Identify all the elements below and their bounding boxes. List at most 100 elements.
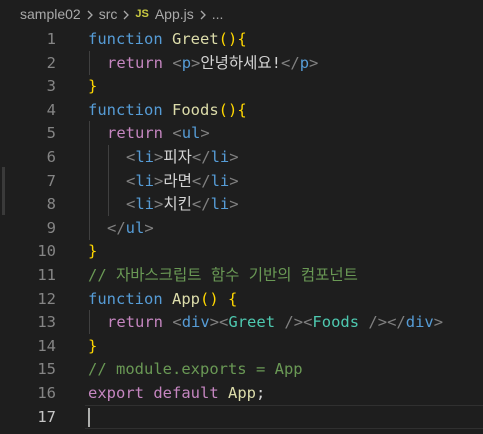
- line-number: 2: [46, 53, 56, 72]
- code-line[interactable]: 11 // 자바스크립트 함수 기반의 컴포넌트: [0, 263, 483, 287]
- code-text: }: [88, 334, 97, 358]
- code-line[interactable]: 10}: [0, 239, 483, 263]
- code-token: // module.exports = App: [88, 360, 303, 379]
- code-token: 안녕하세요!: [200, 53, 282, 72]
- code-line[interactable]: 16 export default App;: [0, 381, 483, 405]
- breadcrumb-symbol[interactable]: ...: [212, 6, 224, 22]
- code-token: App: [172, 289, 200, 308]
- code-line[interactable]: 14}: [0, 334, 483, 358]
- code-token: >: [229, 195, 239, 214]
- line-number: 12: [37, 289, 56, 308]
- code-token: (): [218, 100, 238, 119]
- code-line[interactable]: 12 function App() {: [0, 287, 483, 311]
- text-cursor: [88, 407, 90, 427]
- code-text: return <div><Greet /><Foods /></div>: [107, 310, 443, 334]
- code-token: div: [181, 313, 210, 332]
- indent-guide: [89, 192, 90, 217]
- code-text: function Foods(){: [88, 98, 247, 122]
- code-token: p: [181, 53, 192, 72]
- code-token: function: [88, 100, 163, 119]
- indent-guide: [89, 310, 90, 335]
- code-token: }: [88, 242, 98, 261]
- indent-guide: [108, 192, 109, 217]
- code-token: >: [154, 148, 164, 166]
- code-line[interactable]: 2 return <p>안녕하세요!</p>: [0, 50, 483, 75]
- code-token: </: [191, 148, 211, 166]
- code-text: <li>피자</li>: [126, 145, 239, 169]
- indent-guide: [89, 145, 90, 169]
- code-token: >: [191, 53, 201, 72]
- line-number: 11: [37, 266, 56, 284]
- code-token: (): [218, 30, 238, 48]
- code-token: >: [200, 124, 210, 143]
- code-token: return: [107, 313, 163, 332]
- breadcrumb-folder[interactable]: sample02: [20, 6, 81, 22]
- code-token: // 자바스크립트 함수 기반의 컴포넌트: [88, 266, 358, 284]
- indent-guide: [108, 145, 109, 169]
- code-token: li: [135, 195, 155, 214]
- javascript-file-icon: JS: [135, 7, 149, 20]
- code-token: function: [88, 289, 163, 308]
- code-text: function Greet(){: [88, 27, 247, 51]
- breadcrumb-file[interactable]: App.js: [155, 6, 194, 22]
- code-token: ;: [256, 384, 266, 402]
- code-line[interactable]: 5 return <ul>: [0, 121, 483, 146]
- line-number: 3: [46, 77, 56, 96]
- line-number: 15: [37, 360, 56, 379]
- indent-guide: [108, 168, 109, 193]
- code-token: >: [309, 53, 319, 72]
- line-number: 8: [46, 195, 56, 214]
- code-editor[interactable]: 1 function Greet(){2 return <p>안녕하세요!</p> 3…: [0, 27, 483, 434]
- code-line[interactable]: 13 return <div><Greet /><Foods /></div>: [0, 310, 483, 335]
- code-token: />: [368, 313, 388, 332]
- indent-guide: [89, 50, 90, 75]
- code-text: </ul>: [107, 216, 154, 240]
- line-number: 4: [46, 100, 56, 119]
- code-token: div: [405, 313, 434, 332]
- code-text: // module.exports = App: [88, 357, 303, 381]
- line-number: 16: [37, 384, 56, 402]
- line-number: 6: [46, 148, 56, 166]
- code-token: >: [433, 313, 444, 332]
- code-text: }: [88, 74, 97, 98]
- code-token: Greet: [172, 30, 219, 48]
- code-text: [88, 405, 90, 429]
- code-token: >: [209, 313, 220, 332]
- code-token: </: [387, 313, 406, 332]
- code-token: Foods: [312, 313, 360, 332]
- code-line[interactable]: 3}: [0, 74, 483, 98]
- line-number: 7: [46, 171, 56, 190]
- code-line[interactable]: 15 // module.exports = App: [0, 357, 483, 381]
- code-line[interactable]: 9 </ul>: [0, 215, 483, 240]
- code-token: {: [237, 100, 247, 119]
- indent-guide: [89, 215, 90, 240]
- code-line[interactable]: 6 <li>피자</li>: [0, 145, 483, 169]
- code-token: 피자: [163, 148, 192, 166]
- code-token: >: [229, 148, 239, 166]
- code-line[interactable]: 4 function Foods(){: [0, 98, 483, 122]
- chevron-right-icon: [194, 6, 212, 22]
- code-token: function: [88, 30, 163, 48]
- code-token: <: [303, 313, 313, 332]
- chevron-right-icon: [81, 6, 99, 22]
- line-number: 10: [37, 242, 56, 261]
- code-line[interactable]: 1 function Greet(){: [0, 27, 483, 51]
- code-line[interactable]: 8 <li>치킨</li>: [0, 192, 483, 217]
- code-token: default: [153, 384, 219, 402]
- code-text: function App() {: [88, 287, 237, 311]
- breadcrumb-subfolder[interactable]: src: [99, 6, 118, 22]
- code-token: </: [281, 53, 300, 72]
- code-token: {: [237, 30, 247, 48]
- line-number: 14: [37, 336, 56, 355]
- code-line[interactable]: 7 <li>라면</li>: [0, 168, 483, 193]
- code-token: <: [126, 171, 136, 190]
- code-token: }: [88, 336, 98, 355]
- code-line[interactable]: 17: [0, 404, 483, 429]
- code-token: Greet: [228, 313, 276, 332]
- code-text: return <ul>: [107, 121, 210, 145]
- line-number: 13: [37, 313, 56, 332]
